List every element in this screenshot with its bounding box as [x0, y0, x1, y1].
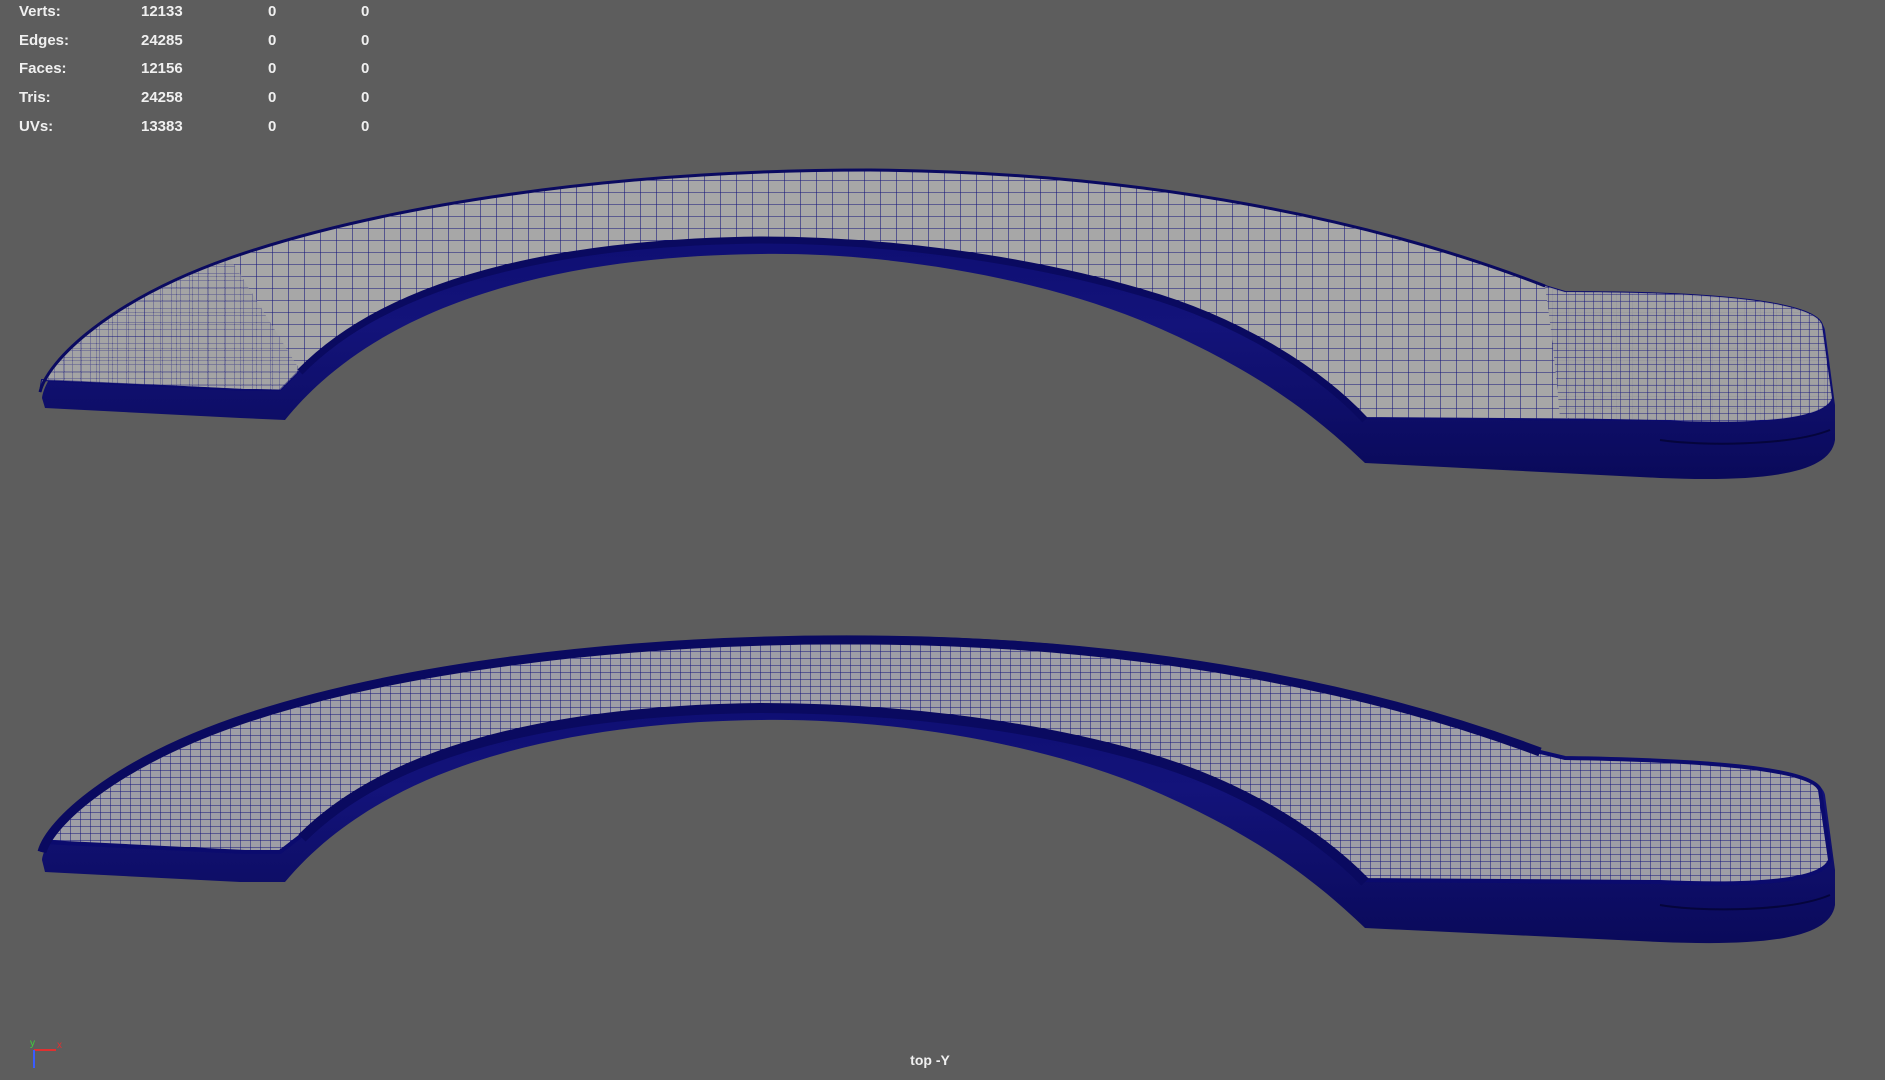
hud-value: 24285 — [141, 31, 183, 49]
hud-value: 12133 — [141, 3, 183, 20]
hud-value: 0 — [361, 60, 370, 78]
mesh-display[interactable] — [0, 0, 1885, 1080]
hud-label: Faces: — [19, 60, 67, 78]
hud-value: 0 — [361, 89, 370, 107]
mesh-bottom[interactable] — [37, 635, 1835, 944]
hud-label: Tris: — [19, 89, 51, 107]
hud-value: 0 — [361, 31, 370, 49]
hud-value: 0 — [268, 3, 277, 20]
hud-value: 12156 — [141, 60, 183, 78]
hud-label: Edges: — [19, 31, 70, 49]
axis-gizmo: y x — [24, 1028, 68, 1072]
hud-value: 0 — [268, 117, 277, 135]
hud-value: 0 — [361, 3, 370, 20]
hud-value: 0 — [268, 31, 277, 49]
hud-label: Verts: — [19, 3, 61, 20]
hud-label: UVs: — [19, 117, 54, 135]
camera-name-label: top -Y — [910, 1052, 950, 1068]
gizmo-x-label: x — [57, 1040, 62, 1051]
hud-value: 0 — [268, 89, 277, 107]
hud-value: 24258 — [141, 89, 183, 107]
hud-value: 0 — [268, 60, 277, 78]
3d-viewport[interactable]: Verts: 12133 0 0 Edges: 24285 0 0 Faces: 12156 0 0 T… — [0, 0, 1885, 1080]
hud-value: 13383 — [141, 117, 183, 135]
hud-value: 0 — [361, 117, 370, 135]
gizmo-y-label: y — [30, 1038, 35, 1049]
mesh-top[interactable] — [38, 168, 1835, 480]
